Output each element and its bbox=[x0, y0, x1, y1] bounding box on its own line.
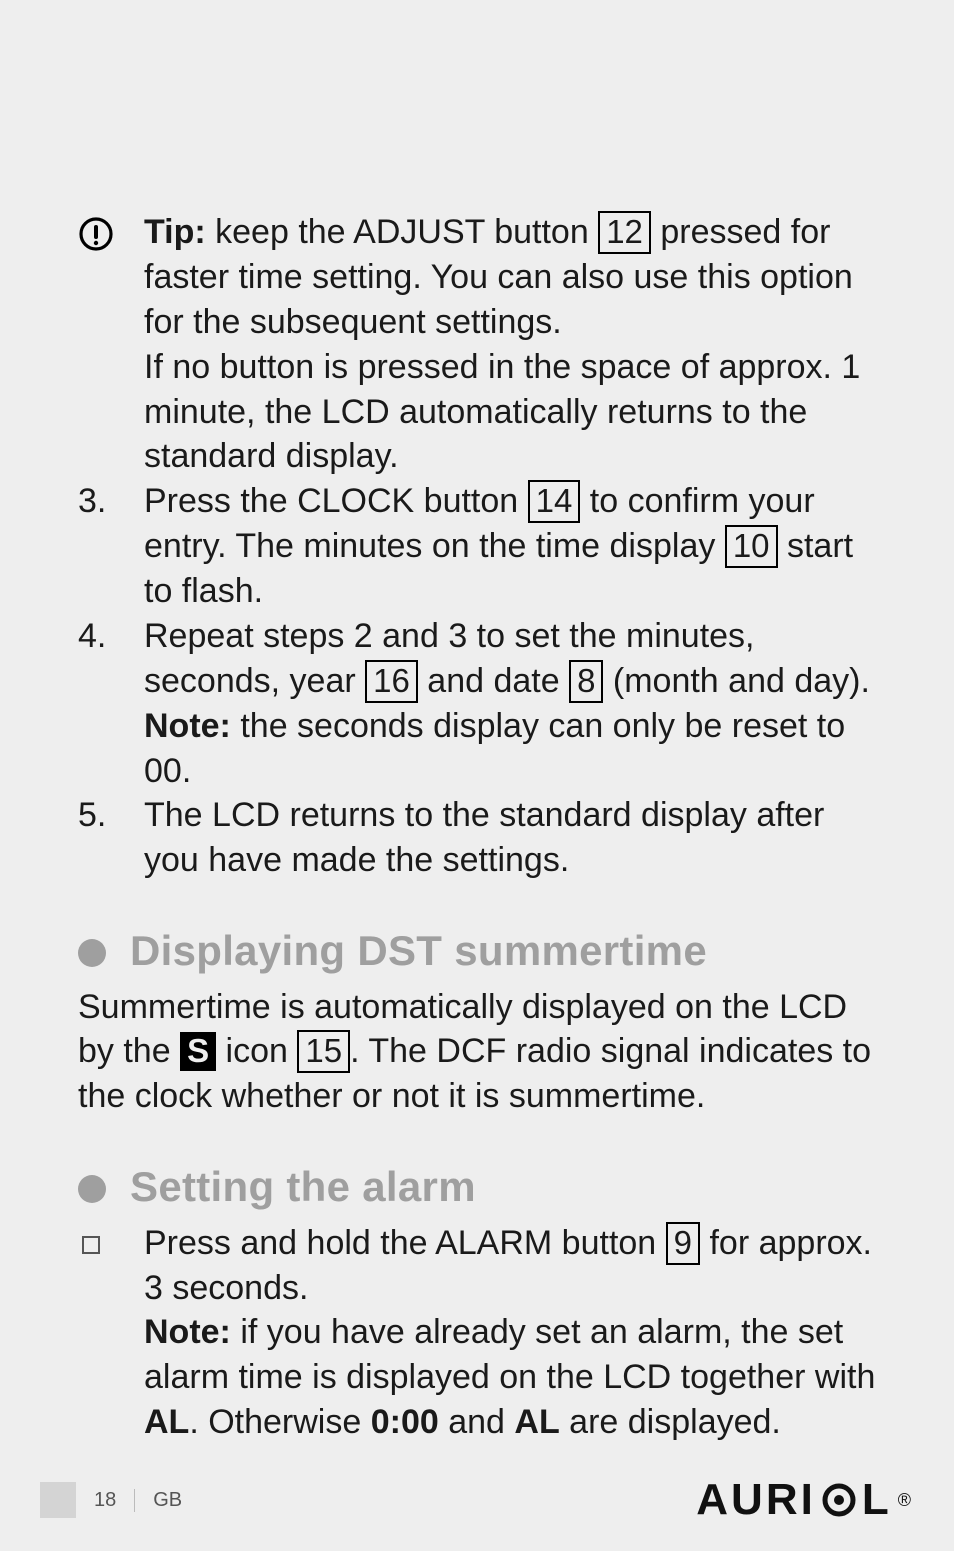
tip-part1: keep the ADJUST button bbox=[206, 213, 599, 251]
region-code: GB bbox=[134, 1489, 182, 1512]
alarm-n1: if you have already set an alarm, the se… bbox=[144, 1313, 875, 1396]
section-alarm: Setting the alarm Press and hold the ALA… bbox=[78, 1159, 876, 1445]
alarm-al1: AL bbox=[144, 1403, 189, 1441]
keycap-15: 15 bbox=[297, 1030, 350, 1073]
alarm-zero: 0:00 bbox=[371, 1403, 439, 1441]
section-dst: Displaying DST summertime Summertime is … bbox=[78, 923, 876, 1119]
step-3-text: Press the CLOCK button 14 to confirm you… bbox=[144, 479, 876, 614]
keycap-14: 14 bbox=[528, 480, 581, 523]
document-content: Tip: keep the ADJUST button 12 pressed f… bbox=[0, 0, 954, 1445]
keycap-9: 9 bbox=[666, 1222, 700, 1265]
step4-p3: (month and day). bbox=[603, 662, 869, 700]
step-4-text: Repeat steps 2 and 3 to set the minutes,… bbox=[144, 614, 876, 794]
alarm-title: Setting the alarm bbox=[130, 1159, 476, 1214]
alarm-note-label: Note: bbox=[144, 1313, 231, 1351]
tip-block: Tip: keep the ADJUST button 12 pressed f… bbox=[78, 210, 876, 479]
footer-left: 18 GB bbox=[40, 1482, 182, 1518]
keycap-12: 12 bbox=[598, 211, 651, 254]
alarm-p1: Press and hold the ALARM button bbox=[144, 1224, 666, 1262]
keycap-10: 10 bbox=[725, 525, 778, 568]
checkbox-icon bbox=[78, 1221, 144, 1266]
step4-note-text: the seconds display can only be reset to… bbox=[144, 707, 845, 790]
s-icon: S bbox=[180, 1032, 216, 1071]
step4-note-label: Note: bbox=[144, 707, 231, 745]
alarm-step: Press and hold the ALARM button 9 for ap… bbox=[78, 1221, 876, 1445]
info-icon bbox=[78, 210, 144, 252]
step-5-text: The LCD returns to the standard display … bbox=[144, 793, 876, 883]
registered-mark: ® bbox=[898, 1490, 914, 1511]
alarm-body: Press and hold the ALARM button 9 for ap… bbox=[144, 1221, 876, 1445]
alarm-al2: AL bbox=[514, 1403, 559, 1441]
step4-p2: and date bbox=[418, 662, 569, 700]
alarm-n3: and bbox=[439, 1403, 515, 1441]
step-3: 3. Press the CLOCK button 14 to confirm … bbox=[78, 479, 876, 614]
dst-title: Displaying DST summertime bbox=[130, 923, 707, 978]
tip-part3: If no button is pressed in the space of … bbox=[144, 345, 876, 480]
tip-text: Tip: keep the ADJUST button 12 pressed f… bbox=[144, 210, 876, 479]
keycap-8: 8 bbox=[569, 660, 603, 703]
step-5-number: 5. bbox=[78, 793, 144, 838]
dst-body: Summertime is automatically displayed on… bbox=[78, 985, 876, 1120]
section-alarm-head: Setting the alarm bbox=[78, 1159, 876, 1214]
alarm-n4: are displayed. bbox=[560, 1403, 781, 1441]
brand-target-icon bbox=[822, 1483, 856, 1517]
brand-logo: AURI L ® bbox=[696, 1475, 914, 1525]
bullet-disc-icon bbox=[78, 939, 106, 967]
brand-part2: L bbox=[862, 1475, 892, 1525]
step-4: 4. Repeat steps 2 and 3 to set the minut… bbox=[78, 614, 876, 794]
page-footer: 18 GB AURI L ® bbox=[0, 1475, 954, 1525]
bullet-disc-icon bbox=[78, 1175, 106, 1203]
step-4-number: 4. bbox=[78, 614, 144, 659]
footer-box-icon bbox=[40, 1482, 76, 1518]
brand-part1: AURI bbox=[696, 1475, 816, 1525]
tip-label: Tip: bbox=[144, 213, 206, 251]
keycap-16: 16 bbox=[365, 660, 418, 703]
section-dst-head: Displaying DST summertime bbox=[78, 923, 876, 978]
page-number: 18 bbox=[94, 1489, 116, 1512]
step-5: 5. The LCD returns to the standard displ… bbox=[78, 793, 876, 883]
step-3-number: 3. bbox=[78, 479, 144, 524]
alarm-n2: . Otherwise bbox=[189, 1403, 370, 1441]
dst-p2: icon bbox=[216, 1032, 297, 1070]
step3-p1: Press the CLOCK button bbox=[144, 482, 528, 520]
